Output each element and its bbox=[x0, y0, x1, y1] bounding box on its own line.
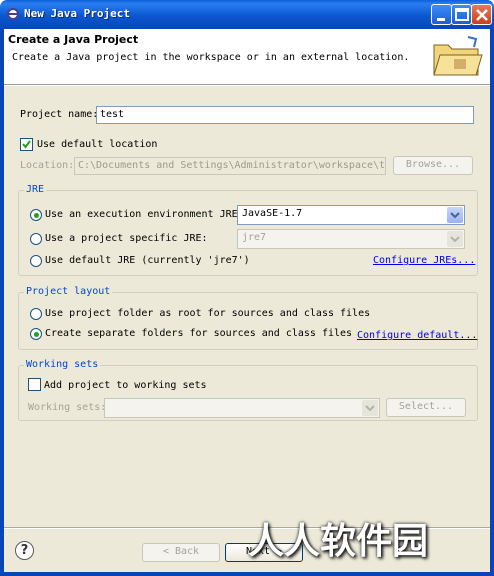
jre-execution-env-label[interactable]: Use an execution environment JRE: bbox=[45, 209, 244, 220]
select-working-sets-button[interactable]: Select... bbox=[386, 398, 466, 417]
jre-project-specific-label[interactable]: Use a project specific JRE: bbox=[45, 233, 208, 244]
back-button[interactable]: < Back bbox=[142, 543, 220, 562]
working-sets-group-title: Working sets bbox=[24, 359, 101, 370]
close-button[interactable] bbox=[471, 4, 492, 25]
jre-default-radio[interactable] bbox=[30, 255, 42, 267]
project-layout-group bbox=[18, 292, 478, 350]
add-to-working-sets-label[interactable]: Add project to working sets bbox=[44, 380, 207, 391]
add-to-working-sets-checkbox[interactable] bbox=[28, 378, 41, 391]
checkmark-icon bbox=[22, 140, 31, 149]
working-sets-select[interactable] bbox=[104, 398, 380, 418]
execution-env-select[interactable]: JavaSE-1.7 bbox=[237, 205, 465, 225]
layout-separate-radio[interactable] bbox=[30, 328, 42, 340]
watermark-text: 人人软件园 bbox=[248, 521, 429, 562]
new-java-project-folder-icon bbox=[433, 36, 483, 76]
window-title: New Java Project bbox=[24, 7, 130, 20]
minimize-icon bbox=[437, 18, 445, 21]
location-input[interactable]: C:\Documents and Settings\Administrator\… bbox=[74, 157, 386, 175]
configure-default-link[interactable]: Configure default... bbox=[357, 330, 477, 341]
window-frame-bottom bbox=[0, 572, 494, 576]
chevron-down-icon bbox=[365, 405, 375, 412]
maximize-button[interactable] bbox=[451, 4, 472, 25]
jre-default-label[interactable]: Use default JRE (currently 'jre7') bbox=[45, 255, 250, 266]
jre-execution-env-radio[interactable] bbox=[30, 209, 42, 221]
project-specific-jre-select[interactable]: jre7 bbox=[237, 229, 465, 249]
layout-separate-label[interactable]: Create separate folders for sources and … bbox=[45, 328, 352, 339]
project-name-input[interactable]: test bbox=[96, 106, 474, 124]
use-default-location-label[interactable]: Use default location bbox=[37, 139, 157, 150]
project-layout-group-title: Project layout bbox=[24, 286, 113, 297]
execution-env-value: JavaSE-1.7 bbox=[242, 208, 303, 219]
use-default-location-checkbox[interactable] bbox=[20, 138, 33, 151]
chevron-down-icon bbox=[450, 212, 460, 219]
eclipse-app-icon bbox=[7, 8, 19, 20]
banner-description: Create a Java project in the workspace o… bbox=[12, 52, 410, 63]
working-sets-label: Working sets: bbox=[28, 402, 107, 413]
jre-project-specific-radio[interactable] bbox=[30, 233, 42, 245]
browse-button[interactable]: Browse... bbox=[393, 156, 473, 175]
jre-group-title: JRE bbox=[24, 184, 47, 195]
project-name-label: Project name: bbox=[20, 109, 99, 120]
close-icon bbox=[476, 9, 488, 21]
maximize-icon bbox=[455, 8, 469, 21]
help-icon[interactable]: ? bbox=[15, 541, 34, 560]
project-specific-jre-dropdown-button[interactable] bbox=[447, 231, 463, 247]
configure-jres-link[interactable]: Configure JREs... bbox=[373, 255, 475, 266]
execution-env-dropdown-button[interactable] bbox=[447, 207, 463, 223]
banner-title: Create a Java Project bbox=[8, 33, 139, 46]
window-frame-right bbox=[490, 29, 494, 576]
location-label: Location: bbox=[20, 160, 75, 171]
layout-root-label[interactable]: Use project folder as root for sources a… bbox=[45, 308, 370, 319]
layout-root-radio[interactable] bbox=[30, 308, 42, 320]
chevron-down-icon bbox=[450, 236, 460, 243]
project-specific-jre-value: jre7 bbox=[242, 232, 267, 243]
window-frame-left bbox=[0, 29, 4, 576]
minimize-button[interactable] bbox=[431, 4, 452, 25]
working-sets-dropdown-button[interactable] bbox=[362, 400, 378, 416]
